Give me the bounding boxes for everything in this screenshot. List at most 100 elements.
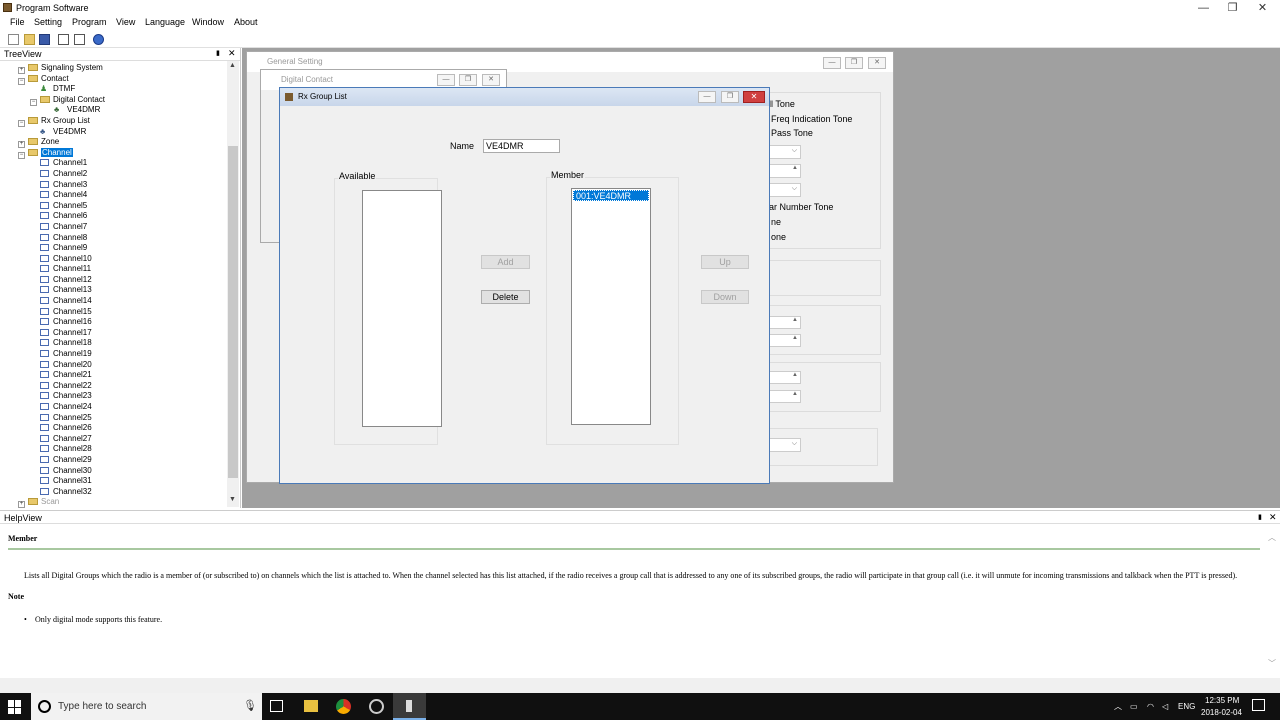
save-icon[interactable] (39, 34, 50, 45)
rx-group-list-window[interactable]: Rx Group List — ❐ ✕ Name VE4DMR Availabl… (279, 87, 770, 484)
gs-stepper[interactable]: ▲ (767, 316, 801, 329)
tree-node-channel-item[interactable]: Channel32 (18, 487, 226, 498)
battery-icon[interactable]: ▭ (1130, 693, 1138, 720)
close-button[interactable]: ✕ (1246, 0, 1279, 16)
tree-node-channel-item[interactable]: Channel17 (18, 328, 226, 339)
wifi-icon[interactable]: ◠ (1147, 693, 1154, 720)
collapse-icon[interactable]: − (18, 77, 25, 85)
member-listbox[interactable]: 001:VE4DMR (571, 188, 651, 425)
task-view-icon[interactable] (270, 700, 283, 712)
tree-node-channel-item[interactable]: Channel21 (18, 370, 226, 381)
add-button[interactable]: Add (481, 255, 530, 269)
tree-node-channel-item[interactable]: Channel22 (18, 381, 226, 392)
tree-node-channel-item[interactable]: Channel29 (18, 455, 226, 466)
dc-minimize-button[interactable]: — (437, 74, 455, 86)
pin-icon[interactable]: ▮ (1258, 513, 1262, 521)
start-icon[interactable] (8, 700, 22, 714)
help-icon[interactable] (93, 34, 104, 45)
tree-node-dtmf[interactable]: ♟ DTMF (18, 84, 226, 95)
new-icon[interactable] (8, 34, 19, 45)
tree-node-channel-item[interactable]: Channel11 (18, 264, 226, 275)
read-icon[interactable] (58, 34, 69, 45)
gs-stepper[interactable]: ▲ (767, 164, 801, 178)
tree-node-channel-item[interactable]: Channel2 (18, 169, 226, 180)
tree-node-channel-item[interactable]: Channel16 (18, 317, 226, 328)
tree-node-channel-item[interactable]: Channel13 (18, 285, 226, 296)
collapse-icon[interactable]: − (18, 151, 25, 159)
help-scroll-up-icon[interactable]: ︿ (1268, 532, 1276, 543)
tree-node-channel-item[interactable]: Channel28 (18, 444, 226, 455)
tree-node-zone[interactable]: + Zone (18, 137, 226, 149)
rx-maximize-button[interactable]: ❐ (721, 91, 739, 103)
tree-node-channel-item[interactable]: Channel7 (18, 222, 226, 233)
clock-date[interactable]: 2018-02-04 (1201, 708, 1242, 717)
tree-node-channel-item[interactable]: Channel3 (18, 180, 226, 191)
tree-node-channel-item[interactable]: Channel24 (18, 402, 226, 413)
treeview-scroll-thumb[interactable] (228, 146, 238, 478)
tree-node-contact[interactable]: − Contact (18, 74, 226, 85)
tree-node-channel[interactable]: − Channel (18, 147, 226, 159)
tree-node-digital-contact[interactable]: − Digital Contact (18, 95, 226, 106)
member-item[interactable]: 001:VE4DMR (573, 190, 649, 201)
available-listbox[interactable] (362, 190, 442, 427)
language-indicator[interactable]: ENG (1178, 693, 1195, 720)
file-explorer-icon[interactable] (304, 700, 318, 712)
tree-node-channel-item[interactable]: Channel19 (18, 349, 226, 360)
scroll-up-icon[interactable]: ▲ (229, 62, 236, 69)
menu-view[interactable]: View (116, 17, 135, 27)
up-button[interactable]: Up (701, 255, 749, 269)
tree-node-channel-item[interactable]: Channel4 (18, 190, 226, 201)
tree-node-channel-item[interactable]: Channel14 (18, 296, 226, 307)
expand-icon[interactable]: + (18, 67, 25, 74)
tree-node-channel-item[interactable]: Channel30 (18, 466, 226, 477)
tree-node-channel-item[interactable]: Channel9 (18, 243, 226, 254)
gs-stepper[interactable]: ▲ (767, 334, 801, 347)
menu-about[interactable]: About (234, 17, 258, 27)
write-icon[interactable] (74, 34, 85, 45)
menu-window[interactable]: Window (192, 17, 224, 27)
gs-close-button[interactable]: ✕ (868, 57, 886, 69)
tree-node-channel-item[interactable]: Channel20 (18, 360, 226, 371)
tree-node-channel-item[interactable]: Channel15 (18, 307, 226, 318)
dc-maximize-button[interactable]: ❐ (459, 74, 477, 86)
helpview-close-icon[interactable]: ✕ (1269, 512, 1277, 523)
app-icon-obs[interactable] (369, 699, 384, 714)
open-icon[interactable] (24, 34, 35, 45)
tree-node-channel-item[interactable]: Channel6 (18, 211, 226, 222)
tree-node-channel-item[interactable]: Channel31 (18, 476, 226, 487)
tree-node-rx-ve4dmr[interactable]: ♣ VE4DMR (18, 127, 226, 138)
maximize-button[interactable]: ❐ (1216, 0, 1249, 16)
tree-node-channel-item[interactable]: Channel23 (18, 391, 226, 402)
collapse-icon[interactable]: − (30, 98, 37, 106)
gs-maximize-button[interactable]: ❐ (845, 57, 863, 69)
expand-icon[interactable]: + (18, 501, 25, 508)
gs-combobox[interactable]: ⌵ (767, 183, 801, 197)
menu-program[interactable]: Program (72, 17, 107, 27)
scroll-down-icon[interactable]: ▼ (229, 496, 236, 503)
help-scroll-down-icon[interactable]: ﹀ (1268, 658, 1276, 669)
tree-node-channel-item[interactable]: Channel10 (18, 254, 226, 265)
tree-node-scan[interactable]: + Scan (18, 497, 226, 508)
collapse-icon[interactable]: − (18, 119, 25, 127)
search-placeholder[interactable]: Type here to search (58, 701, 146, 712)
rx-close-button[interactable]: ✕ (743, 91, 765, 103)
tree-node-channel-item[interactable]: Channel12 (18, 275, 226, 286)
tree-node-channel-item[interactable]: Channel8 (18, 233, 226, 244)
tree-node-channel-item[interactable]: Channel25 (18, 413, 226, 424)
name-input[interactable]: VE4DMR (483, 139, 560, 153)
tree-node-channel-item[interactable]: Channel5 (18, 201, 226, 212)
dc-close-button[interactable]: ✕ (482, 74, 500, 86)
menu-setting[interactable]: Setting (34, 17, 62, 27)
delete-button[interactable]: Delete (481, 290, 530, 304)
treeview-close-icon[interactable]: ✕ (228, 48, 236, 59)
gs-minimize-button[interactable]: — (823, 57, 841, 69)
gs-stepper[interactable]: ▲ (767, 371, 801, 384)
pin-icon[interactable]: ▮ (216, 49, 220, 57)
action-center-icon[interactable] (1252, 699, 1265, 711)
tree-node-channel-item[interactable]: Channel27 (18, 434, 226, 445)
tree-node-channel-item[interactable]: Channel1 (18, 158, 226, 169)
chrome-icon[interactable] (336, 699, 351, 714)
microphone-icon[interactable]: 🎙 (243, 699, 257, 712)
gs-combobox[interactable]: ⌵ (767, 145, 801, 159)
tree-node-channel-item[interactable]: Channel18 (18, 338, 226, 349)
